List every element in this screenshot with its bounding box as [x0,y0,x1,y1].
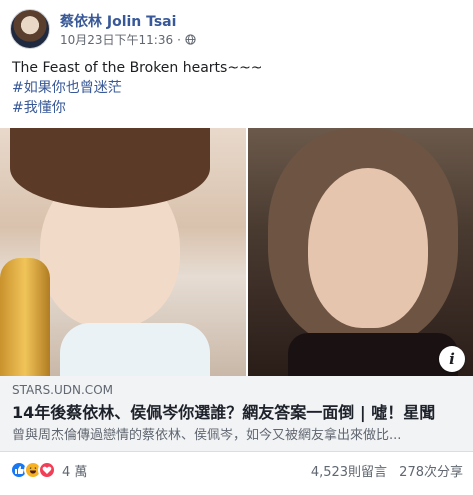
globe-icon[interactable] [185,34,196,45]
post-text-line: The Feast of the Broken hearts~~~ [12,60,263,76]
face-shape [308,168,428,328]
meta-separator: · [177,32,181,47]
link-preview[interactable]: STARS.UDN.COM 14年後蔡依林、侯佩岑你選誰？網友答案一面倒 | 噓… [0,376,473,452]
link-preview-image[interactable]: i [0,128,473,376]
link-description: 曾與周杰倫傳過戀情的蔡依林、侯佩岑，如今又被網友拿出來做比... [12,428,402,443]
post-footer: 4 萬 4,523則留言 278次分享 [10,458,463,482]
link-domain: STARS.UDN.COM [12,383,113,397]
info-icon[interactable]: i [439,346,465,372]
reaction-count[interactable]: 4 萬 [62,461,87,480]
hashtag-link[interactable]: #我懂你 [12,98,462,118]
post-text: The Feast of the Broken hearts~~~ #如果你也曾… [12,58,462,118]
author-name[interactable]: 蔡依林 Jolin Tsai [60,11,176,31]
comments-count[interactable]: 4,523則留言 [311,465,387,480]
timestamp[interactable]: 10月23日下午11:36 [60,31,173,48]
reactions-summary[interactable]: 4 萬 [10,461,87,480]
avatar[interactable] [10,9,50,49]
photo-left[interactable] [0,128,246,376]
hashtag-link[interactable]: #如果你也曾迷茫 [12,78,462,98]
love-icon [38,461,56,479]
hair-shape [10,128,210,208]
shares-count[interactable]: 278次分享 [399,465,463,480]
photo-right[interactable] [248,128,473,376]
engagement-stats: 4,523則留言 278次分享 [303,461,463,480]
link-title[interactable]: 14年後蔡依林、侯佩岑你選誰？網友答案一面倒 | 噓！星聞 [12,402,461,424]
collar-shape [288,333,458,376]
post-header: 蔡依林 Jolin Tsai 10月23日下午11:36 · [10,9,463,49]
post-meta: 10月23日下午11:36 · [60,31,196,48]
shirt-shape [60,323,210,376]
trophy-shape [0,258,50,376]
